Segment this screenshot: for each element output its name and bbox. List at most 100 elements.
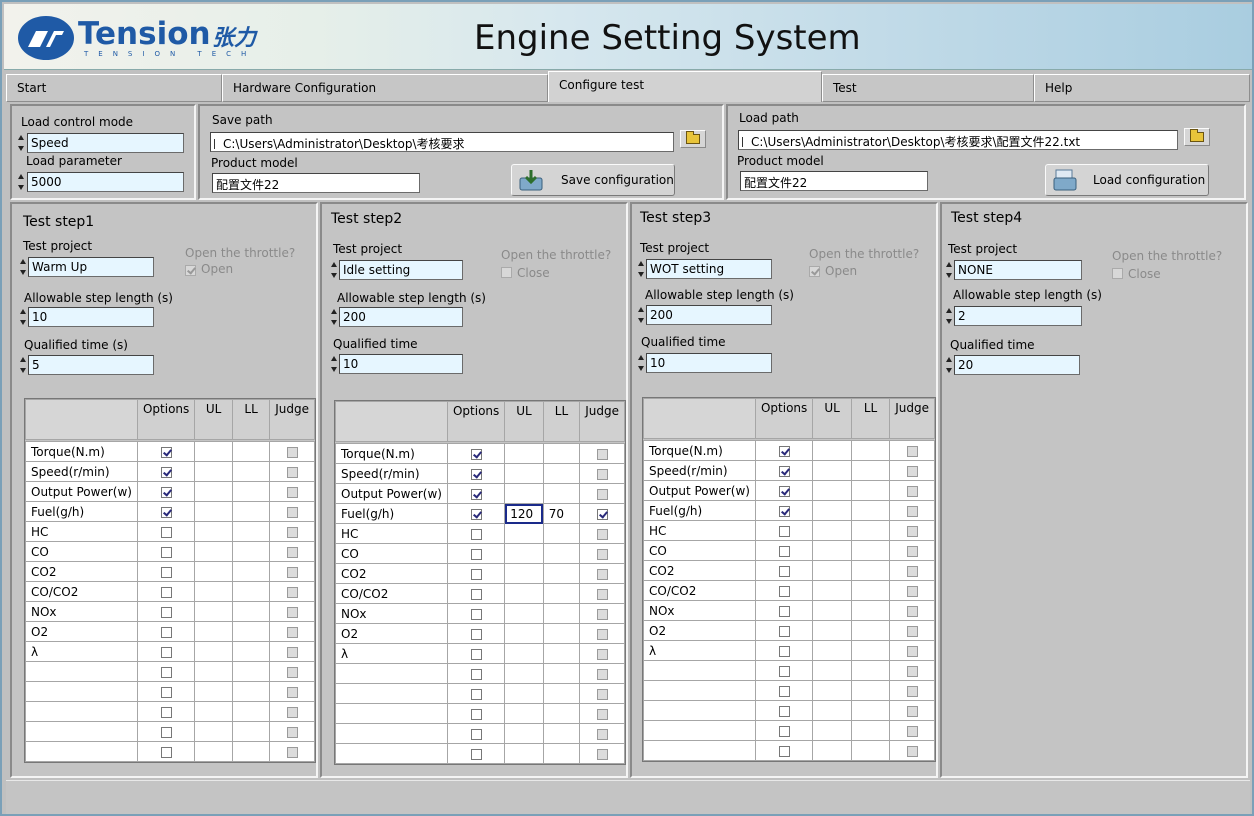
ll-cell[interactable] <box>850 600 891 621</box>
options-checkbox[interactable] <box>778 565 790 577</box>
ll-cell[interactable] <box>542 443 581 464</box>
step-length-spinner[interactable] <box>638 305 645 325</box>
ll-cell[interactable] <box>850 540 891 561</box>
options-checkbox[interactable] <box>778 645 790 657</box>
ul-cell[interactable] <box>812 700 852 721</box>
ll-cell[interactable] <box>850 620 891 641</box>
judge-checkbox[interactable] <box>906 605 918 617</box>
param-spinner[interactable] <box>18 172 25 192</box>
options-checkbox[interactable] <box>470 648 482 660</box>
ll-cell[interactable] <box>542 603 581 624</box>
judge-checkbox[interactable] <box>596 608 608 620</box>
ll-cell[interactable] <box>542 523 581 544</box>
ul-cell[interactable] <box>812 660 852 681</box>
step-length-spinner[interactable] <box>331 307 338 327</box>
ul-cell[interactable] <box>812 580 852 601</box>
ll-cell[interactable] <box>231 621 271 642</box>
options-checkbox[interactable] <box>160 446 172 458</box>
step-length-field[interactable]: 2 <box>954 306 1082 326</box>
ul-cell[interactable] <box>504 583 544 604</box>
ul-cell[interactable] <box>194 461 233 482</box>
ll-cell[interactable] <box>850 700 891 721</box>
judge-checkbox[interactable] <box>286 526 298 538</box>
ul-cell[interactable] <box>194 441 233 462</box>
load-control-mode-field[interactable]: Speed <box>27 133 184 153</box>
ul-cell[interactable] <box>194 501 233 522</box>
step-length-field[interactable]: 200 <box>339 307 463 327</box>
qualified-time-field[interactable]: 10 <box>339 354 463 374</box>
ul-cell[interactable] <box>812 440 852 461</box>
test-project-field[interactable]: WOT setting <box>646 259 772 279</box>
tab-help[interactable]: Help <box>1034 74 1250 102</box>
ll-cell[interactable] <box>850 720 891 741</box>
ll-cell[interactable] <box>542 683 581 704</box>
options-checkbox[interactable] <box>160 566 172 578</box>
options-checkbox[interactable] <box>470 588 482 600</box>
ul-cell[interactable] <box>812 680 852 701</box>
ul-cell[interactable] <box>504 643 544 664</box>
ul-cell[interactable] <box>812 500 852 521</box>
judge-checkbox[interactable] <box>906 745 918 757</box>
ul-cell[interactable] <box>504 743 544 764</box>
ul-cell[interactable]: 120 <box>504 503 544 524</box>
project-spinner[interactable] <box>946 260 953 280</box>
ll-cell[interactable] <box>542 663 581 684</box>
qualified-time-spinner[interactable] <box>20 355 27 375</box>
judge-checkbox[interactable] <box>596 668 608 680</box>
ul-cell[interactable] <box>194 741 233 762</box>
judge-checkbox[interactable] <box>286 746 298 758</box>
judge-checkbox[interactable] <box>906 545 918 557</box>
options-checkbox[interactable] <box>160 486 172 498</box>
ul-cell[interactable] <box>812 640 852 661</box>
judge-checkbox[interactable] <box>286 586 298 598</box>
options-checkbox[interactable] <box>778 685 790 697</box>
ul-cell[interactable] <box>504 483 544 504</box>
ll-cell[interactable] <box>850 460 891 481</box>
options-checkbox[interactable] <box>470 748 482 760</box>
ll-cell[interactable] <box>231 461 271 482</box>
judge-checkbox[interactable] <box>596 728 608 740</box>
ul-cell[interactable] <box>194 521 233 542</box>
options-checkbox[interactable] <box>470 628 482 640</box>
mode-spinner[interactable] <box>18 133 25 153</box>
ll-cell[interactable] <box>542 723 581 744</box>
options-checkbox[interactable] <box>778 705 790 717</box>
judge-checkbox[interactable] <box>286 446 298 458</box>
ul-cell[interactable] <box>194 681 233 702</box>
judge-checkbox[interactable] <box>906 445 918 457</box>
throttle-checkbox[interactable] <box>501 267 512 278</box>
options-checkbox[interactable] <box>470 608 482 620</box>
options-checkbox[interactable] <box>470 528 482 540</box>
judge-checkbox[interactable] <box>906 505 918 517</box>
judge-checkbox[interactable] <box>596 488 608 500</box>
judge-checkbox[interactable] <box>906 625 918 637</box>
options-checkbox[interactable] <box>160 726 172 738</box>
ul-cell[interactable] <box>194 541 233 562</box>
test-project-field[interactable]: NONE <box>954 260 1082 280</box>
options-checkbox[interactable] <box>778 505 790 517</box>
judge-checkbox[interactable] <box>286 706 298 718</box>
ll-cell[interactable] <box>850 580 891 601</box>
ll-cell[interactable] <box>542 643 581 664</box>
ul-cell[interactable] <box>194 481 233 502</box>
options-checkbox[interactable] <box>470 488 482 500</box>
options-checkbox[interactable] <box>470 548 482 560</box>
step-length-spinner[interactable] <box>20 307 27 327</box>
judge-checkbox[interactable] <box>286 546 298 558</box>
project-spinner[interactable] <box>638 259 645 279</box>
judge-checkbox[interactable] <box>596 748 608 760</box>
options-checkbox[interactable] <box>778 725 790 737</box>
ul-cell[interactable] <box>504 723 544 744</box>
options-checkbox[interactable] <box>160 466 172 478</box>
test-project-field[interactable]: Idle setting <box>339 260 463 280</box>
judge-checkbox[interactable] <box>596 568 608 580</box>
ul-cell[interactable] <box>812 560 852 581</box>
ul-cell[interactable] <box>504 563 544 584</box>
ll-cell[interactable] <box>231 501 271 522</box>
judge-checkbox[interactable] <box>286 726 298 738</box>
ll-cell[interactable] <box>231 581 271 602</box>
save-path-field[interactable]: C:\Users\Administrator\Desktop\考核要求 <box>210 132 674 152</box>
ll-cell[interactable] <box>850 520 891 541</box>
ll-cell[interactable] <box>231 701 271 722</box>
step-length-spinner[interactable] <box>946 306 953 326</box>
